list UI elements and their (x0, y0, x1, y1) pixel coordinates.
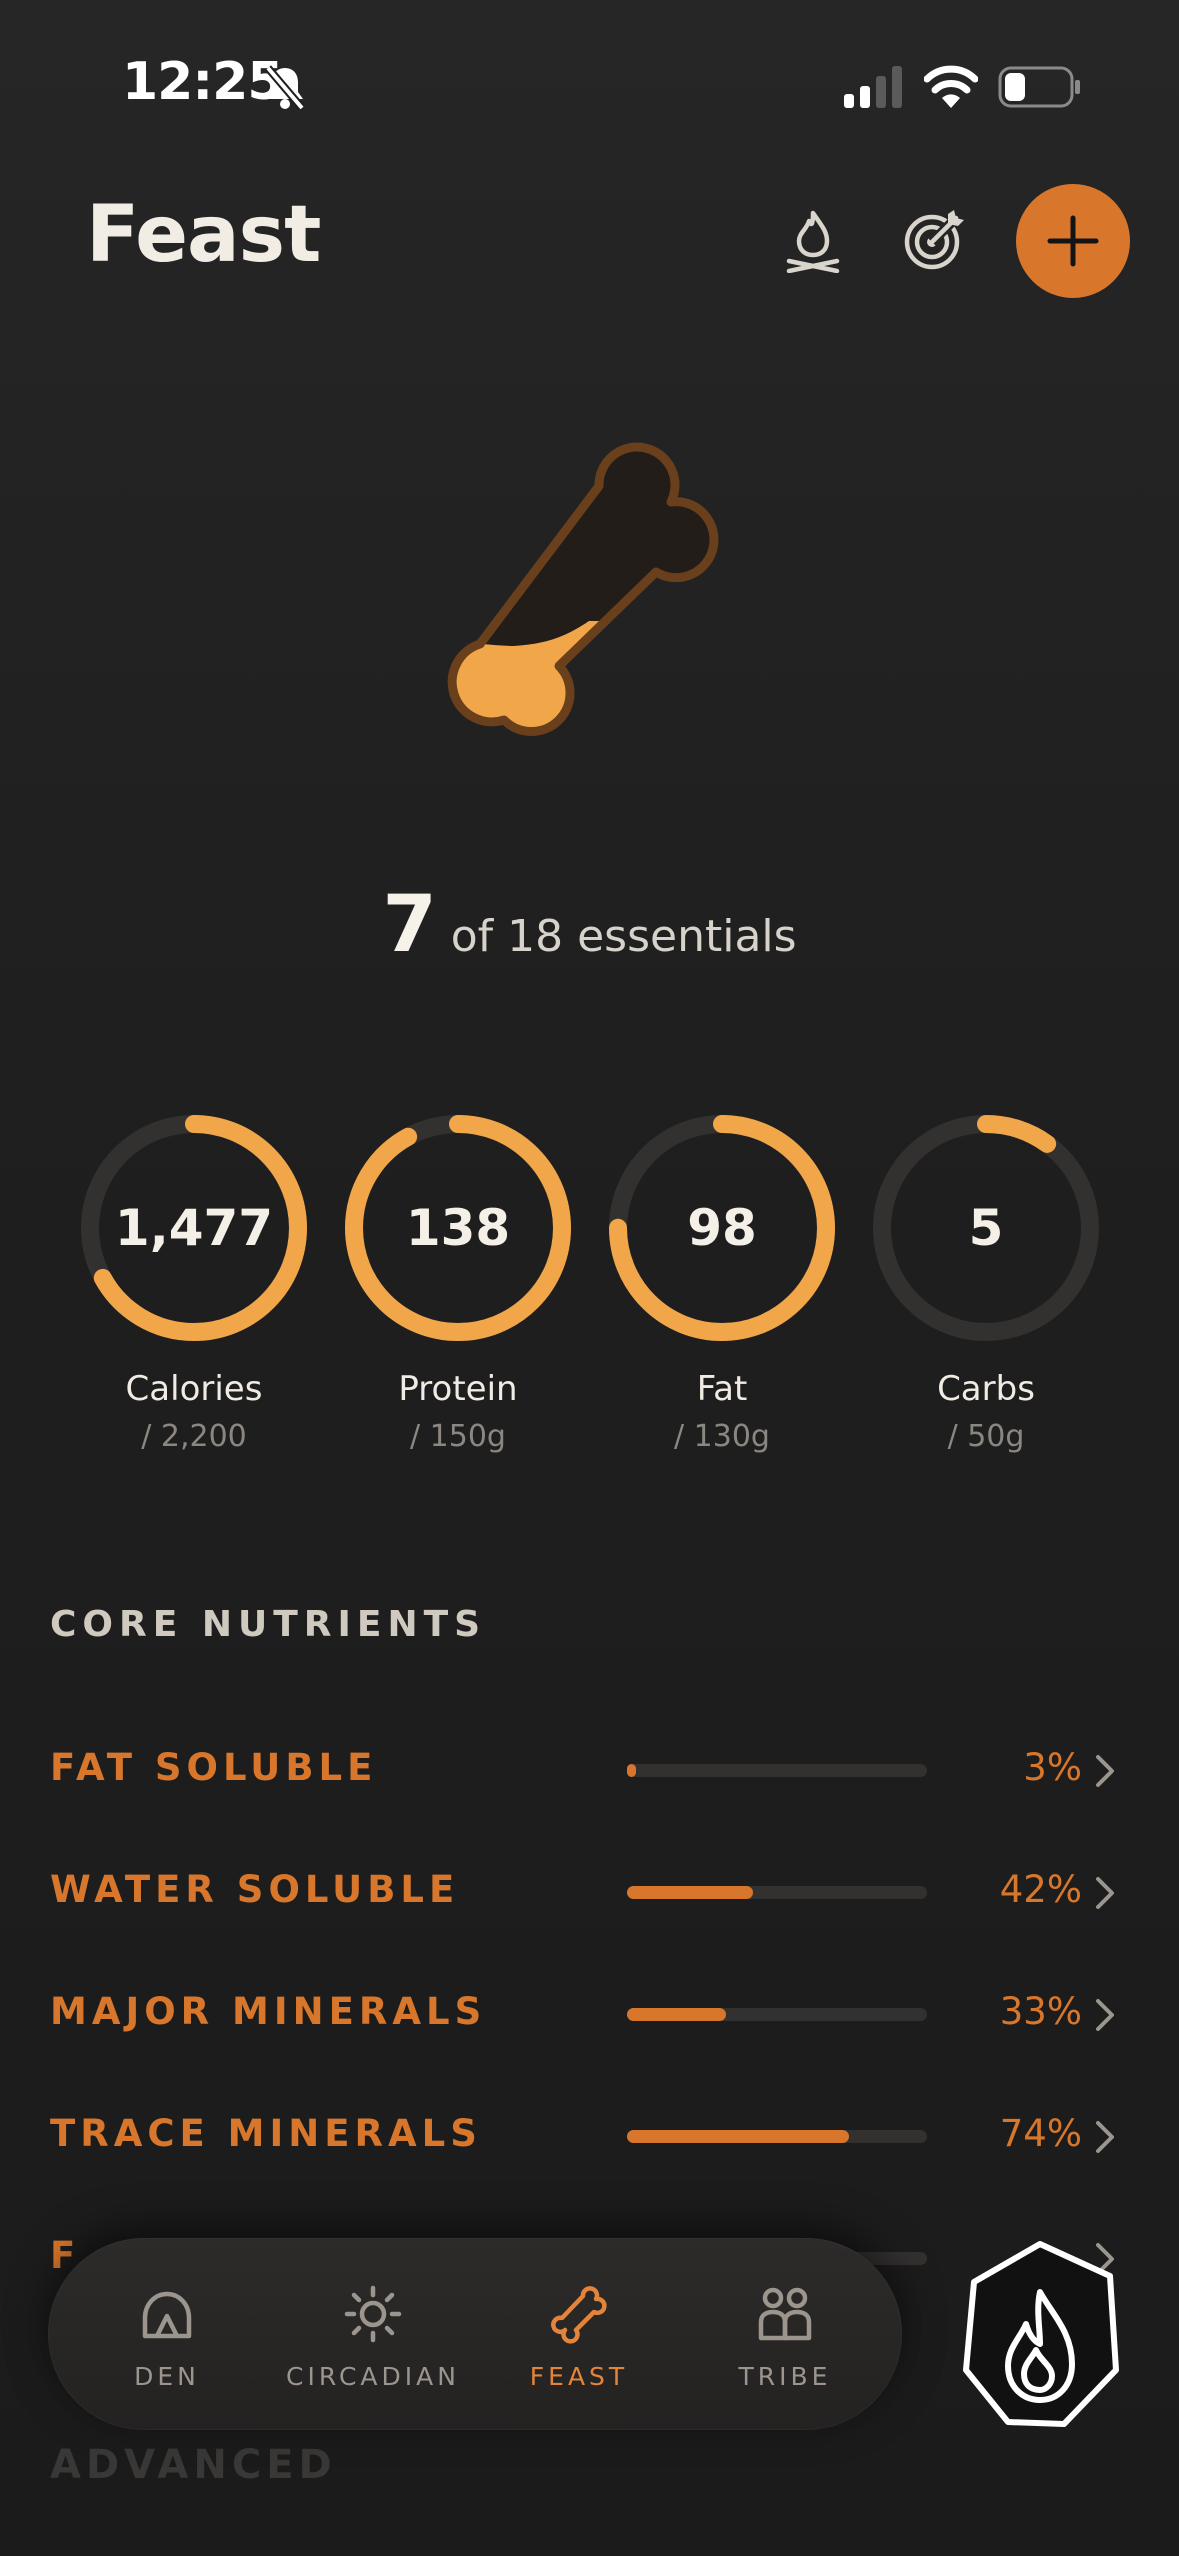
nutrient-row-percent: 3% (1023, 1746, 1082, 1789)
calories-label: Calories (125, 1369, 263, 1409)
nutrient-row-percent: 74% (999, 2112, 1082, 2155)
nutrient-progress-track (627, 2008, 927, 2021)
essentials-summary: 7 of 18 essentials (0, 880, 1179, 970)
protein-label: Protein (398, 1369, 518, 1409)
battery-icon (998, 66, 1080, 108)
tab-feast[interactable]: FEAST (474, 2238, 684, 2430)
tab-circadian-label: CIRCADIAN (286, 2362, 460, 2391)
sun-icon (344, 2285, 402, 2343)
nutrient-row-percent: 42% (999, 1868, 1082, 1911)
fat-value: 98 (687, 1199, 757, 1257)
target-icon (904, 210, 964, 270)
calories-value: 1,477 (114, 1199, 274, 1257)
nutrient-row-major-minerals[interactable]: MAJOR MINERALS 33% (0, 1984, 1179, 2044)
nutrient-row-trace-minerals[interactable]: TRACE MINERALS 74% (0, 2106, 1179, 2166)
nutrient-progress-track (627, 1886, 927, 1899)
tab-den[interactable]: DEN (62, 2238, 272, 2430)
bone-icon (414, 426, 764, 776)
page-title: Feast (86, 190, 321, 280)
chevron-right-icon (1096, 1999, 1114, 2031)
silent-mode-icon (264, 65, 306, 111)
core-nutrients-heading: CORE NUTRIENTS (50, 1604, 487, 1645)
carbs-value: 5 (968, 1199, 1004, 1257)
flame-button[interactable] (960, 2240, 1120, 2430)
essentials-of-text: of 18 essentials (450, 911, 797, 962)
cellular-signal-icon (844, 66, 902, 108)
fat-label: Fat (696, 1369, 748, 1409)
status-time: 12:25 (122, 52, 284, 112)
carbs-label: Carbs (937, 1369, 1035, 1409)
nutrient-row-fat-soluble[interactable]: FAT SOLUBLE 3% (0, 1740, 1179, 1800)
fat-ring[interactable]: 98 Fat / 130g (607, 1113, 837, 1454)
nutrient-progress-fill (627, 1886, 753, 1899)
carbs-target: / 50g (947, 1419, 1025, 1454)
plus-icon (1047, 215, 1099, 267)
essentials-count: 7 (382, 880, 437, 970)
nutrient-row-percent: 33% (999, 1990, 1082, 2033)
campfire-icon (786, 210, 840, 273)
tab-tribe[interactable]: TRIBE (680, 2238, 890, 2430)
nutrient-row-name: MAJOR MINERALS (50, 1990, 487, 2033)
nutrient-row-name: TRACE MINERALS (50, 2112, 482, 2155)
carbs-ring[interactable]: 5 Carbs / 50g (871, 1113, 1101, 1454)
nutrient-row-name: WATER SOLUBLE (50, 1868, 460, 1911)
protein-ring[interactable]: 138 Protein / 150g (343, 1113, 573, 1454)
fat-target: / 130g (674, 1419, 770, 1454)
advanced-section-heading: ADVANCED (50, 2442, 337, 2488)
protein-value: 138 (405, 1199, 511, 1257)
nutrient-row-name: FAT SOLUBLE (50, 1746, 378, 1789)
calories-target: / 2,200 (141, 1419, 247, 1454)
chevron-right-icon (1096, 1755, 1114, 1787)
tab-tribe-label: TRIBE (738, 2362, 832, 2391)
add-button[interactable] (1016, 184, 1130, 298)
campfire-button[interactable] (780, 204, 846, 276)
tab-bar: DEN CIRCADIAN FEAST TRIBE (48, 2238, 902, 2430)
nutrient-progress-fill (627, 2008, 726, 2021)
nutrient-progress-fill (627, 1764, 636, 1777)
goals-button[interactable] (898, 204, 970, 276)
tab-circadian[interactable]: CIRCADIAN (268, 2238, 478, 2430)
nutrient-progress-fill (627, 2130, 849, 2143)
bone-icon (551, 2286, 607, 2344)
tab-feast-label: FEAST (529, 2362, 629, 2391)
people-icon (758, 2287, 812, 2341)
protein-target: / 150g (410, 1419, 506, 1454)
calories-ring[interactable]: 1,477 Calories / 2,200 (79, 1113, 309, 1454)
chevron-right-icon (1096, 2121, 1114, 2153)
nutrient-progress-track (627, 1764, 927, 1777)
nutrient-progress-track (627, 2130, 927, 2143)
tab-den-label: DEN (134, 2362, 200, 2391)
wifi-icon (924, 65, 978, 108)
nutrient-row-water-soluble[interactable]: WATER SOLUBLE 42% (0, 1862, 1179, 1922)
chevron-right-icon (1096, 1877, 1114, 1909)
den-icon (142, 2291, 192, 2339)
